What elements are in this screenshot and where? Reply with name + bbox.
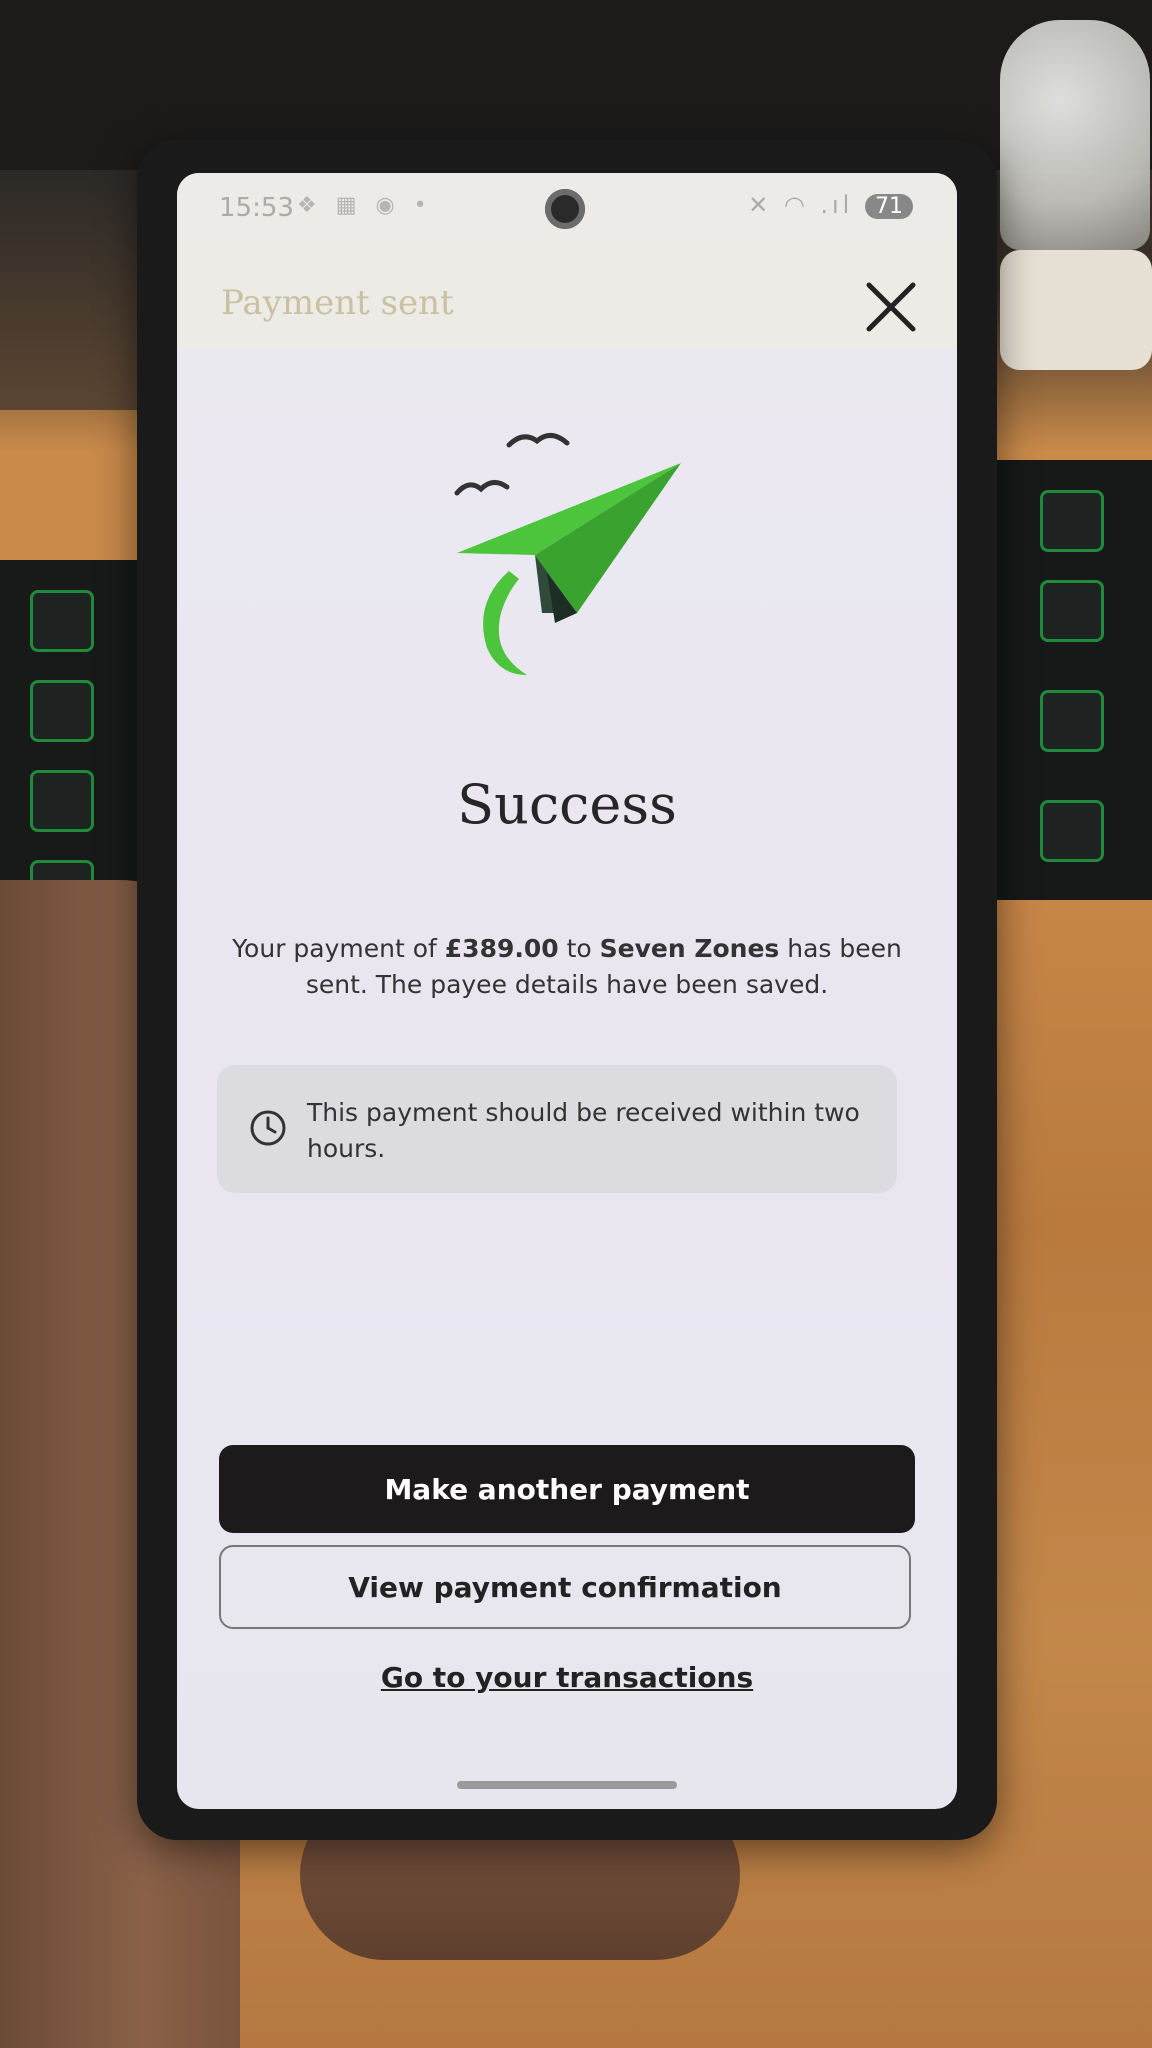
- phone-screen: 15:53 ❖ ▦ ◉ • ✕ ◠ .ıl 71 Payment sent Su…: [177, 173, 957, 1809]
- signal-icons: ✕ ◠ .ıl: [748, 191, 854, 219]
- paper-plane-icon: [454, 433, 681, 675]
- payee-name: Seven Zones: [599, 934, 780, 963]
- payment-amount: £389.00: [444, 934, 559, 963]
- background-glass-lamp: [1000, 20, 1150, 250]
- background-keyboard-right: [980, 460, 1152, 900]
- clock-icon: [250, 1110, 286, 1146]
- notification-icons: ❖ ▦ ◉ •: [297, 193, 433, 218]
- status-bar: 15:53 ❖ ▦ ◉ • ✕ ◠ .ıl 71: [177, 173, 957, 243]
- view-payment-confirmation-button[interactable]: View payment confirmation: [219, 1545, 911, 1629]
- success-heading: Success: [457, 773, 677, 836]
- message-prefix: Your payment of: [232, 934, 445, 963]
- battery-icon: 71: [865, 194, 913, 219]
- info-box: This payment should be received within t…: [217, 1065, 897, 1193]
- make-another-payment-button[interactable]: Make another payment: [219, 1445, 915, 1533]
- front-camera: [545, 189, 585, 229]
- close-button[interactable]: [861, 277, 921, 337]
- close-icon: [866, 282, 916, 332]
- payment-message: Your payment of £389.00 to Seven Zones h…: [227, 931, 907, 1003]
- page-title: Payment sent: [221, 283, 454, 323]
- status-time: 15:53: [219, 193, 294, 223]
- background-lamp-base: [1000, 250, 1152, 370]
- message-mid: to: [558, 934, 600, 963]
- system-icons: ✕ ◠ .ıl 71: [748, 191, 913, 219]
- go-to-transactions-link[interactable]: Go to your transactions: [177, 1661, 957, 1694]
- home-indicator[interactable]: [457, 1781, 677, 1789]
- info-text: This payment should be received within t…: [307, 1098, 860, 1163]
- phone-device: 15:53 ❖ ▦ ◉ • ✕ ◠ .ıl 71 Payment sent Su…: [137, 140, 997, 1840]
